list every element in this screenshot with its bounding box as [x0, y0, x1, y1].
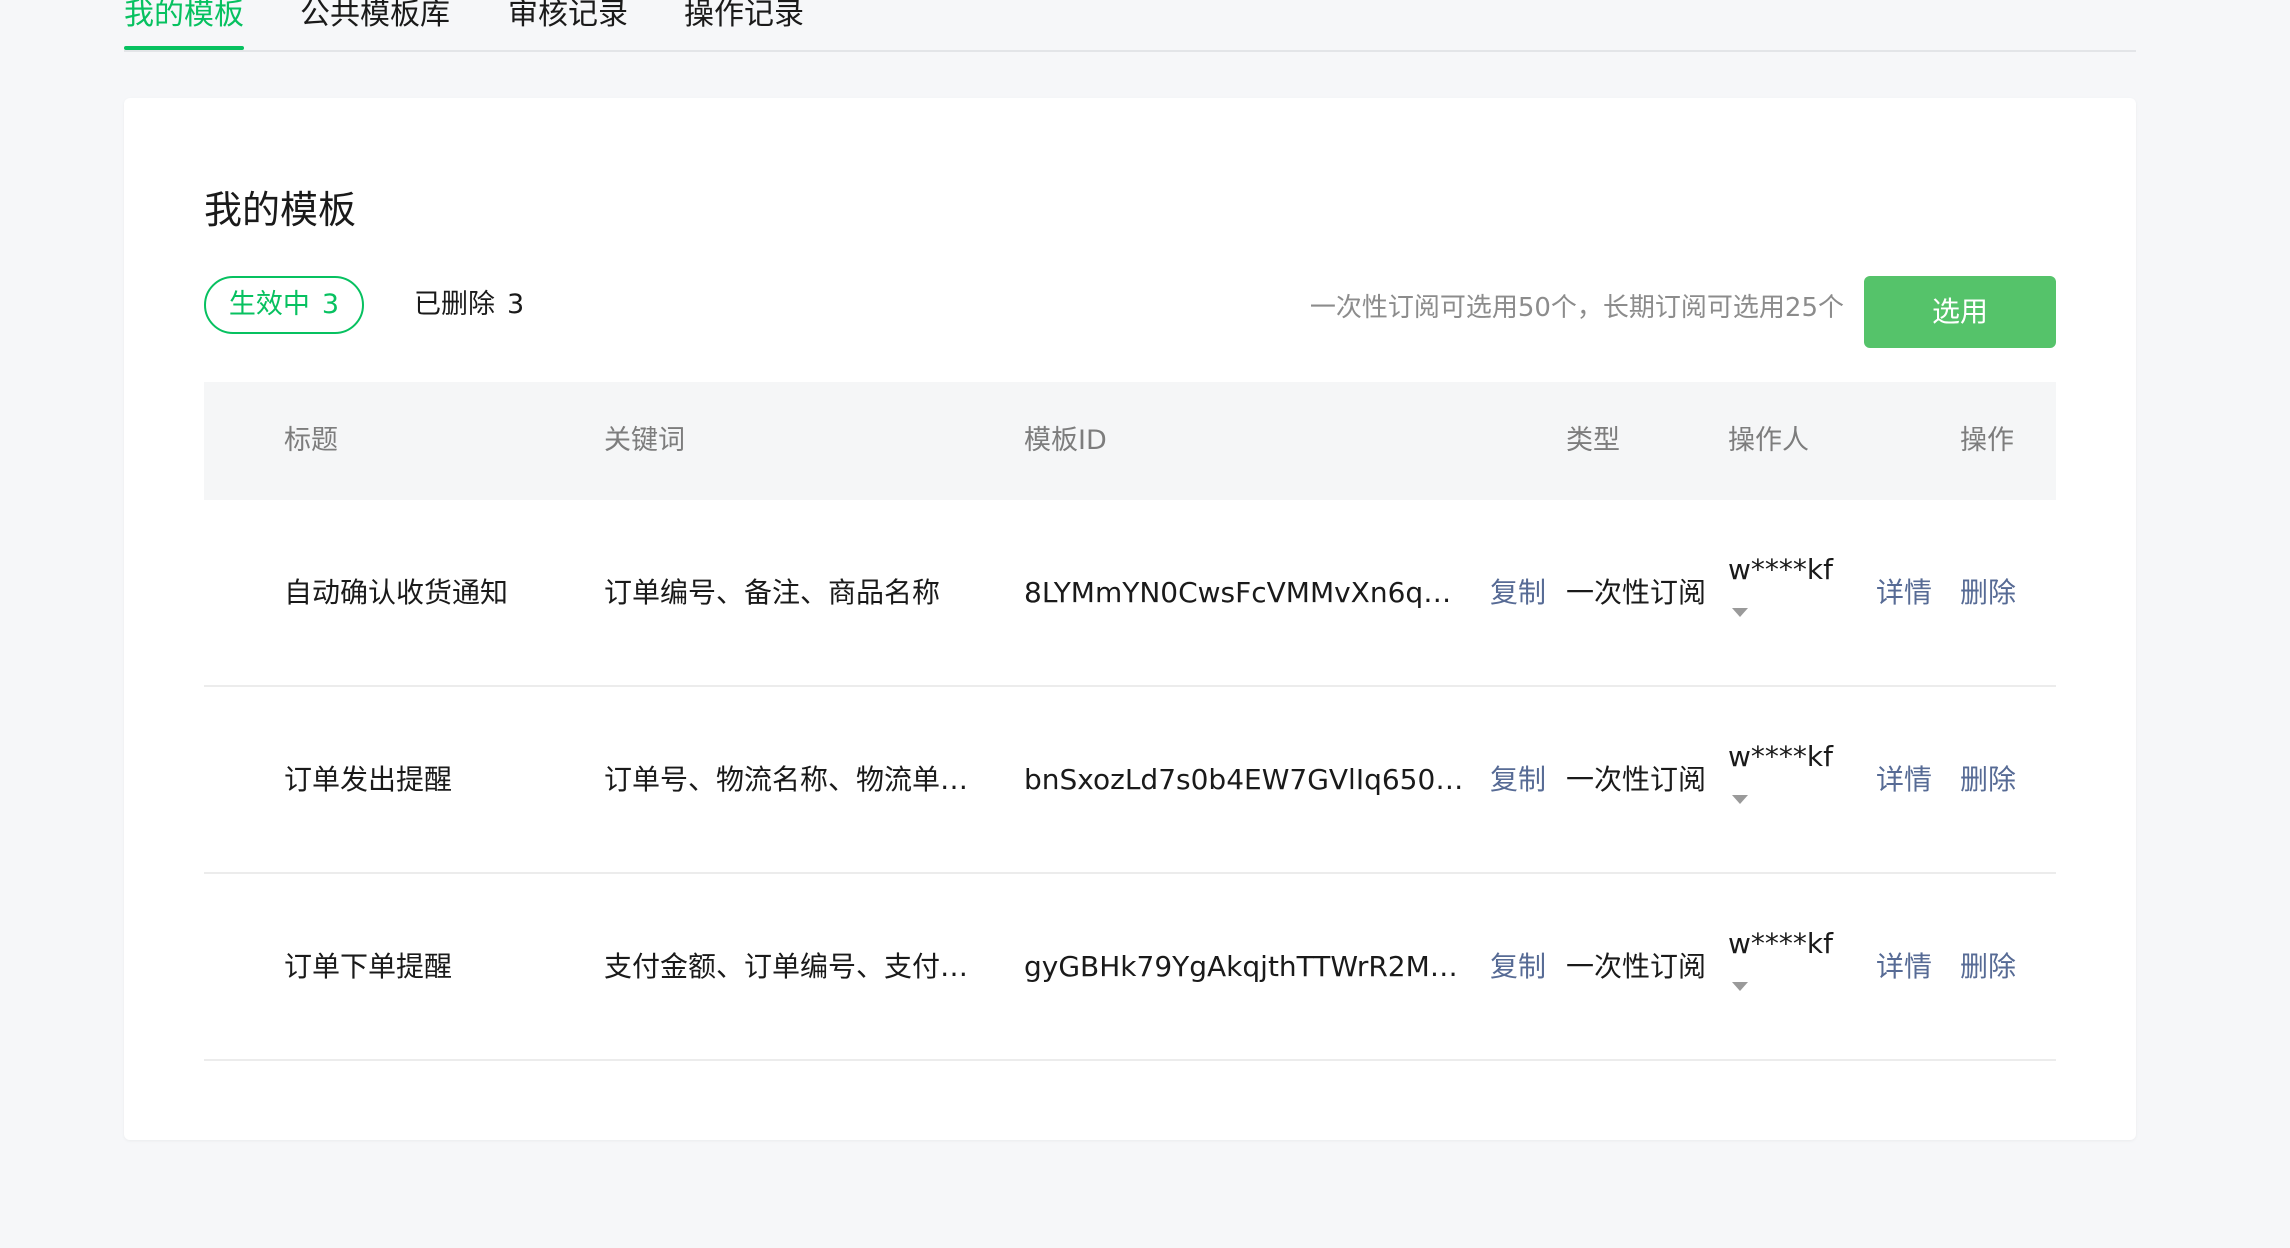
- tab-public-library[interactable]: 公共模板库: [300, 0, 450, 48]
- top-tab-bar: 我的模板 公共模板库 审核记录 操作记录: [124, 0, 2136, 52]
- filter-deleted[interactable]: 已删除 3: [414, 276, 524, 334]
- detail-link[interactable]: 详情: [1876, 874, 1946, 1059]
- delete-link[interactable]: 删除: [1960, 687, 2030, 872]
- table-header: 标题 关键词 模板ID 类型 操作人 操作: [204, 382, 2056, 500]
- row-operator: w****kf: [1728, 740, 1833, 773]
- row-operator: w****kf: [1728, 553, 1833, 586]
- row-template-id: bnSxozLd7s0b4EW7GVlIq650-q...: [1024, 763, 1464, 796]
- row-type: 一次性订阅: [1566, 950, 1707, 983]
- row-template-id: 8LYMmYN0CwsFcVMMvXn6qc...: [1024, 576, 1464, 609]
- row-type: 一次性订阅: [1566, 576, 1707, 609]
- row-keywords: 订单号、物流名称、物流单号...: [604, 763, 994, 796]
- copy-id-link[interactable]: 复制: [1490, 874, 1560, 1059]
- table-row: 订单发出提醒 订单号、物流名称、物流单号... bnSxozLd7s0b4EW7…: [204, 687, 2056, 874]
- page-title: 我的模板: [204, 188, 357, 232]
- header-operator: 操作人: [1728, 425, 1809, 456]
- row-title: 订单下单提醒: [284, 950, 453, 983]
- operator-dropdown-caret-icon[interactable]: [1732, 795, 1748, 804]
- tab-my-templates[interactable]: 我的模板: [124, 0, 244, 50]
- operator-dropdown-caret-icon[interactable]: [1732, 982, 1748, 991]
- header-title: 标题: [284, 425, 338, 456]
- filter-active-count: 3: [321, 289, 340, 320]
- header-action: 操作: [1960, 425, 2014, 456]
- copy-id-link[interactable]: 复制: [1490, 500, 1560, 685]
- row-title: 订单发出提醒: [284, 763, 453, 796]
- delete-link[interactable]: 删除: [1960, 874, 2030, 1059]
- copy-id-link[interactable]: 复制: [1490, 687, 1560, 872]
- operator-dropdown-caret-icon[interactable]: [1732, 608, 1748, 617]
- header-type: 类型: [1566, 425, 1620, 456]
- row-keywords: 订单编号、备注、商品名称: [604, 576, 941, 609]
- templates-card: 我的模板 生效中 3 已删除 3 一次性订阅可选用50个，长期订阅可选用25个 选用…: [124, 98, 2136, 1140]
- header-keywords: 关键词: [604, 425, 685, 456]
- detail-link[interactable]: 详情: [1876, 687, 1946, 872]
- filter-active[interactable]: 生效中 3: [204, 276, 364, 334]
- row-type: 一次性订阅: [1566, 763, 1707, 796]
- detail-link[interactable]: 详情: [1876, 500, 1946, 685]
- templates-table: 标题 关键词 模板ID 类型 操作人 操作 自动确认收货通知 订单编号、备注、商…: [204, 382, 2056, 1061]
- select-template-button[interactable]: 选用: [1864, 276, 2056, 348]
- tab-operation-records[interactable]: 操作记录: [684, 0, 804, 48]
- row-template-id: gyGBHk79YgAkqjthTTWrR2Ma7...: [1024, 950, 1464, 983]
- filter-active-label: 生效中: [228, 289, 310, 320]
- table-row: 自动确认收货通知 订单编号、备注、商品名称 8LYMmYN0CwsFcVMMvX…: [204, 500, 2056, 687]
- quota-hint: 一次性订阅可选用50个，长期订阅可选用25个: [1309, 293, 1844, 323]
- delete-link[interactable]: 删除: [1960, 500, 2030, 685]
- tab-review-records[interactable]: 审核记录: [508, 0, 628, 48]
- table-row: 订单下单提醒 支付金额、订单编号、支付时... gyGBHk79YgAkqjth…: [204, 874, 2056, 1061]
- filter-deleted-label: 已删除: [414, 289, 495, 320]
- filter-deleted-count: 3: [507, 289, 525, 320]
- row-operator: w****kf: [1728, 927, 1833, 960]
- header-template-id: 模板ID: [1024, 425, 1107, 456]
- row-title: 自动确认收货通知: [284, 576, 509, 609]
- row-keywords: 支付金额、订单编号、支付时...: [604, 950, 994, 983]
